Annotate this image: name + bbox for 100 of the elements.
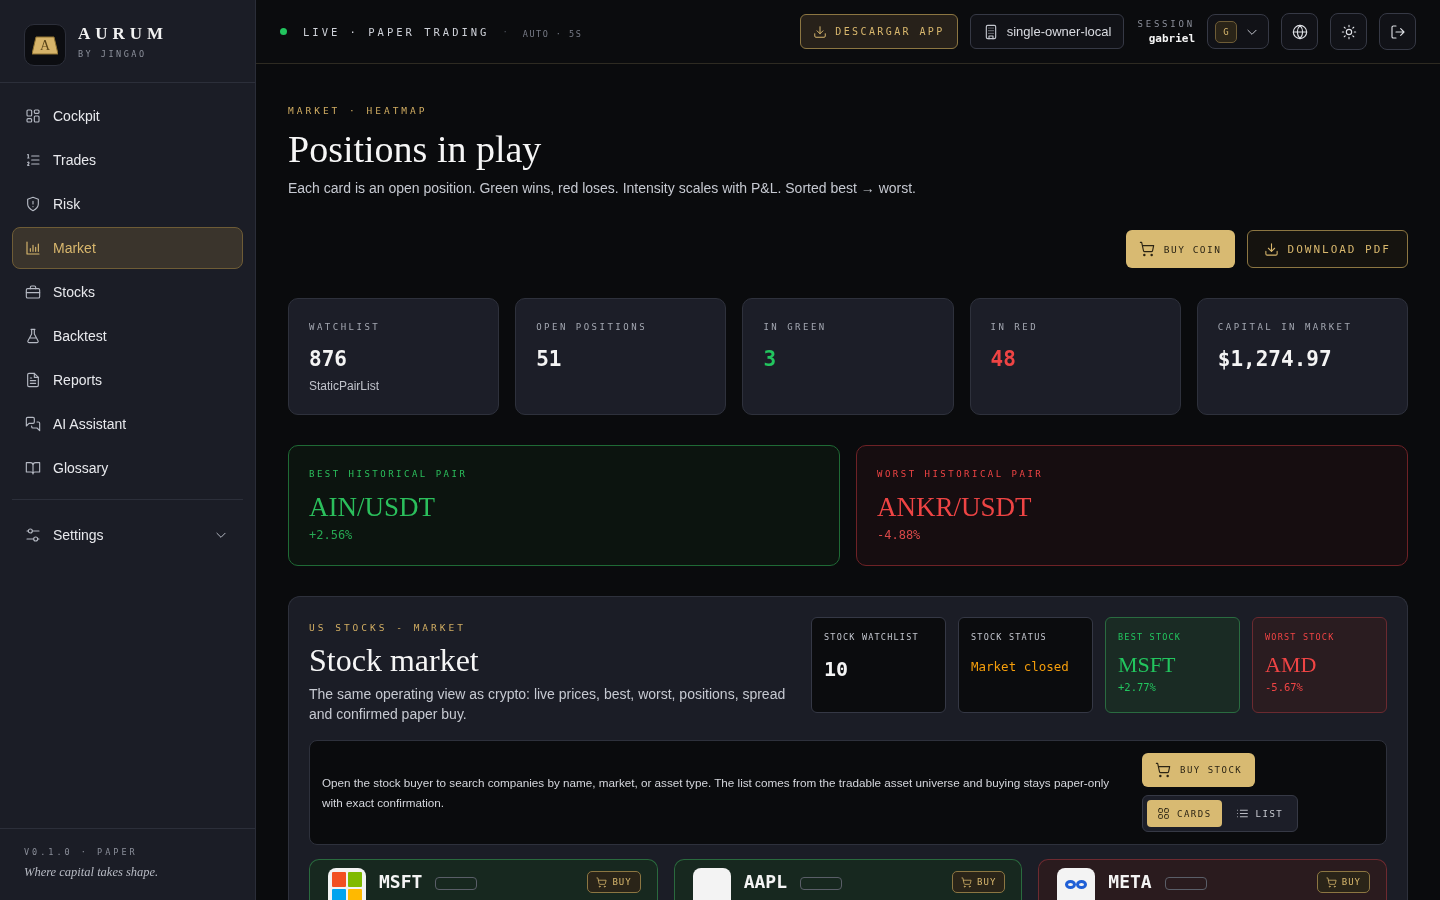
pair-name: ANKR/USDT <box>877 492 1033 522</box>
pair-change: -4.88% <box>877 528 922 542</box>
nav-item[interactable]: Glossary <box>12 447 243 489</box>
nav-item[interactable]: Risk <box>12 183 243 225</box>
settings-item[interactable]: Settings <box>12 514 243 556</box>
avatar-initial: G <box>1215 20 1237 43</box>
chat-bubbles-icon <box>25 416 41 432</box>
sun-icon <box>1340 23 1357 40</box>
metric-value: MSFT <box>1118 653 1177 677</box>
stock-ticker: META <box>1108 872 1152 892</box>
loop-logo-icon <box>1057 868 1096 900</box>
metric-value: 10 <box>824 657 850 681</box>
buy-button[interactable]: BUY <box>587 871 641 893</box>
tag-chip <box>435 877 478 890</box>
stat-label: IN RED <box>990 322 1040 333</box>
session-user: gabriel <box>1148 31 1195 45</box>
four-squares-logo-icon <box>328 868 366 900</box>
tag-chip <box>800 877 842 890</box>
account-menu-button[interactable]: G <box>1207 14 1269 49</box>
buy-button[interactable]: BUY <box>1316 871 1370 893</box>
pair-change: +2.56% <box>309 528 354 542</box>
nav-item[interactable]: AI Assistant <box>12 403 243 445</box>
nav-item[interactable]: Stocks <box>12 271 243 313</box>
section-description: The same operating view as crypto: live prices, best, worst, positions, spread and confirmed paper buy. <box>309 685 787 724</box>
metric-label: STOCK WATCHLIST <box>824 632 920 643</box>
metric-value: Market closed <box>971 659 1070 674</box>
brand-name: AURUM <box>78 25 169 43</box>
trading-status: LIVE · PAPER TRADING <box>303 25 490 38</box>
logout-icon <box>1389 23 1406 40</box>
view-option[interactable]: LIST <box>1225 800 1294 827</box>
globe-icon <box>1291 23 1308 40</box>
download-icon <box>1263 241 1279 257</box>
stat-value: 876 <box>309 347 348 371</box>
metric-label: BEST STOCK <box>1118 632 1183 643</box>
session-label: SESSION <box>1137 18 1195 29</box>
shield-icon <box>25 196 41 212</box>
briefcase-icon <box>25 284 41 300</box>
pair-name: AIN/USDT <box>309 492 436 522</box>
refresh-interval: AUTO · 5S <box>522 28 583 39</box>
cart-icon <box>596 876 608 888</box>
cart-icon <box>961 876 973 888</box>
stat-value: 3 <box>763 347 778 371</box>
nav-item[interactable]: Cockpit <box>12 95 243 137</box>
stat-label: OPEN POSITIONS <box>536 322 649 333</box>
book-icon <box>25 460 41 476</box>
metric-change: -5.67% <box>1265 681 1304 693</box>
stock-ticker: MSFT <box>379 872 423 892</box>
stat-value: 48 <box>990 347 1017 371</box>
page-title: Positions in play <box>288 127 543 171</box>
page-subtitle: Each card is an open position. Green wins, red loses. Intensity scales with P&L. Sorted best → worst. <box>288 179 917 197</box>
section-eyebrow: US STOCKS - MARKET <box>309 622 467 634</box>
workspace-button[interactable]: single-owner-local <box>969 14 1125 49</box>
version-label: V0.1.0 · PAPER <box>24 847 139 857</box>
stat-label: CAPITAL IN MARKET <box>1217 322 1354 333</box>
grid-icon <box>1157 807 1170 820</box>
language-button[interactable] <box>1281 13 1318 50</box>
page-eyebrow: MARKET · HEATMAP <box>288 105 429 117</box>
download-pdf-button[interactable]: DOWNLOAD PDF <box>1246 230 1408 268</box>
nav-item[interactable]: Backtest <box>12 315 243 357</box>
buyer-description: Open the stock buyer to search companies by name, market, or asset type. The list comes from the tradable asset universe and buying stays paper-only with exact confirmation. <box>322 774 1111 811</box>
buy-stock-button[interactable]: BUY STOCK <box>1142 753 1256 787</box>
nav-item[interactable]: Market <box>12 227 243 269</box>
bar-chart-icon <box>25 240 41 256</box>
flask-icon <box>25 328 41 344</box>
download-icon <box>813 24 828 39</box>
logo-tile-icon <box>692 868 731 900</box>
logout-button[interactable] <box>1379 13 1416 50</box>
highlight-label: BEST HISTORICAL PAIR <box>309 469 469 480</box>
download-app-button[interactable]: DESCARGAR APP <box>800 14 958 49</box>
stat-value: 51 <box>536 347 563 371</box>
metric-change: +2.77% <box>1118 681 1157 693</box>
view-option[interactable]: CARDS <box>1147 800 1222 827</box>
tag-chip <box>1164 877 1207 890</box>
logo-letter: A <box>39 38 51 53</box>
metric-label: WORST STOCK <box>1265 632 1336 643</box>
metric-value: AMD <box>1265 653 1318 677</box>
dashboard-icon <box>25 108 41 124</box>
stat-label: IN GREEN <box>763 322 828 333</box>
list-icon <box>1235 807 1249 820</box>
cart-icon <box>1138 241 1155 257</box>
stat-label: WATCHLIST <box>309 322 382 333</box>
stat-value: $1,274.97 <box>1217 347 1333 371</box>
separator-dot: · <box>503 26 507 37</box>
numbered-list-icon <box>25 152 41 168</box>
motto-text: Where capital takes shape. <box>24 865 160 880</box>
buy-button[interactable]: BUY <box>952 871 1006 893</box>
nav-item[interactable]: Trades <box>12 139 243 181</box>
nav-item[interactable]: Reports <box>12 359 243 401</box>
brand-tagline: BY JINGAO <box>78 49 148 59</box>
sliders-icon <box>25 527 41 543</box>
buy-coin-button[interactable]: BUY COIN <box>1125 230 1235 268</box>
stat-note: StaticPairList <box>309 379 381 393</box>
document-icon <box>25 372 41 388</box>
ingot-icon <box>32 35 58 55</box>
metric-label: STOCK STATUS <box>971 632 1048 643</box>
cart-icon <box>1155 762 1171 778</box>
highlight-label: WORST HISTORICAL PAIR <box>877 469 1045 480</box>
section-title: Stock market <box>309 642 480 678</box>
theme-button[interactable] <box>1330 13 1367 50</box>
cart-icon <box>1325 876 1337 888</box>
